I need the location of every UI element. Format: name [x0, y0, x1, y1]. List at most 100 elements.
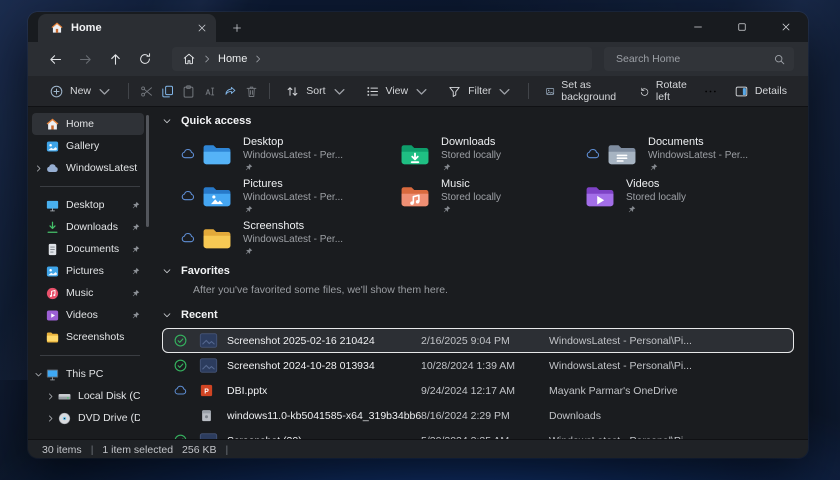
cloud-status-icon: [585, 146, 601, 162]
chevron-right-icon[interactable]: [34, 164, 43, 173]
maximize-button[interactable]: [720, 12, 764, 42]
item-name: Screenshots: [243, 220, 343, 234]
recent-row[interactable]: P DBI.pptx 9/24/2024 12:17 AM Mayank Par…: [162, 378, 794, 403]
recent-row[interactable]: windows11.0-kb5041585-x64_319b34bb6f8f9.…: [162, 403, 794, 428]
chevron-right-icon[interactable]: [46, 414, 55, 423]
item-subtitle: WindowsLatest - Per...: [648, 150, 748, 163]
recent-row[interactable]: Screenshot 2024-10-28 013934 10/28/2024 …: [162, 353, 794, 378]
sidebar-item-this-pc[interactable]: This PC: [32, 363, 144, 385]
file-location: WindowsLatest - Personal\Pi...: [549, 435, 793, 440]
sidebar-item-documents[interactable]: Documents: [32, 238, 144, 260]
up-button[interactable]: [102, 46, 128, 72]
chevron-down-icon[interactable]: [162, 266, 172, 276]
chevron-down-icon[interactable]: [162, 116, 172, 126]
sidebar-item-music[interactable]: Music: [32, 282, 144, 304]
new-tab-button[interactable]: [224, 15, 250, 41]
search-icon[interactable]: [773, 53, 786, 66]
pin-icon: [131, 289, 140, 298]
item-subtitle: Stored locally: [441, 150, 501, 163]
quick-access-item-documents[interactable]: Documents WindowsLatest - Per...: [575, 133, 794, 175]
sidebar-item-home[interactable]: Home: [32, 113, 144, 135]
details-button[interactable]: Details: [727, 79, 794, 103]
sidebar-item-gallery[interactable]: Gallery: [32, 135, 144, 157]
sidebar-item-label: Local Disk (C:): [78, 390, 140, 402]
recent-row[interactable]: Screenshot (30) 5/20/2024 3:35 AM Window…: [162, 428, 794, 439]
breadcrumb-home-label[interactable]: Home: [218, 53, 247, 65]
screenshots-folder-icon: [202, 226, 232, 251]
more-options-button[interactable]: [702, 79, 719, 103]
file-location: WindowsLatest - Personal\Pi...: [549, 335, 793, 347]
navigation-bar: Home: [28, 42, 808, 76]
sidebar-item-desktop[interactable]: Desktop: [32, 194, 144, 216]
rotate-left-button[interactable]: Rotate left: [632, 79, 698, 103]
file-date: 2/16/2025 9:04 PM: [421, 335, 549, 347]
forward-button[interactable]: [72, 46, 98, 72]
sidebar-item-dvd-drive-d[interactable]: DVD Drive (D:): [44, 407, 144, 429]
search-input[interactable]: [614, 52, 773, 66]
copy-button[interactable]: [159, 79, 176, 103]
file-name: Screenshot 2025-02-16 210424: [227, 335, 421, 347]
delete-button[interactable]: [243, 79, 260, 103]
sidebar-item-pictures[interactable]: Pictures: [32, 260, 144, 282]
quick-access-item-music[interactable]: Music Stored locally: [390, 175, 575, 217]
new-button[interactable]: New: [42, 79, 119, 103]
view-button[interactable]: View: [358, 79, 437, 103]
chevron-down-icon: [414, 84, 429, 99]
sidebar-item-label: WindowsLatest: [66, 162, 140, 174]
quick-access-header[interactable]: Quick access: [162, 109, 794, 133]
image-thumbnail-icon: [199, 333, 218, 348]
image-icon: [545, 84, 555, 99]
share-button[interactable]: [222, 79, 239, 103]
filter-button[interactable]: Filter: [440, 79, 519, 103]
recent-row-selected[interactable]: Screenshot 2025-02-16 210424 2/16/2025 9…: [162, 328, 794, 353]
sidebar-item-screenshots[interactable]: Screenshots: [32, 326, 144, 348]
sidebar-scrollbar[interactable]: [146, 115, 149, 227]
set-as-background-button[interactable]: Set as background: [538, 79, 628, 103]
minimize-button[interactable]: [676, 12, 720, 42]
item-subtitle: WindowsLatest - Per...: [243, 150, 343, 163]
paste-button[interactable]: [180, 79, 197, 103]
sidebar-item-local-disk-c[interactable]: Local Disk (C:): [44, 385, 144, 407]
minimize-icon: [692, 21, 704, 33]
this-pc-icon: [45, 367, 60, 382]
refresh-button[interactable]: [132, 46, 158, 72]
back-button[interactable]: [42, 46, 68, 72]
chevron-down-icon[interactable]: [162, 310, 172, 320]
dvd-drive-icon: [57, 411, 72, 426]
pin-icon: [131, 201, 140, 210]
quick-access-item-pictures[interactable]: Pictures WindowsLatest - Per...: [170, 175, 390, 217]
tab-home[interactable]: Home: [38, 14, 216, 42]
sidebar-item-label: Desktop: [66, 199, 131, 211]
quick-access-item-downloads[interactable]: Downloads Stored locally: [390, 133, 575, 175]
item-name: Music: [441, 178, 501, 192]
command-toolbar: New Sort View Filter Set as backgro: [28, 76, 808, 107]
rotate-left-label: Rotate left: [656, 79, 691, 103]
breadcrumb-home-icon[interactable]: [182, 52, 196, 66]
sidebar-item-downloads[interactable]: Downloads: [32, 216, 144, 238]
chevron-down-icon[interactable]: [34, 370, 43, 379]
quick-access-item-videos[interactable]: Videos Stored locally: [575, 175, 794, 217]
rename-icon: [202, 84, 217, 99]
recent-header[interactable]: Recent: [162, 303, 794, 327]
rename-button[interactable]: [201, 79, 218, 103]
synced-check-icon: [173, 358, 188, 373]
quick-access-grid: Desktop WindowsLatest - Per... Downloads…: [170, 133, 794, 259]
sidebar-item-videos[interactable]: Videos: [32, 304, 144, 326]
sort-button[interactable]: Sort: [278, 79, 353, 103]
cloud-status-icon: [180, 230, 196, 246]
sidebar-item-label: Music: [66, 287, 131, 299]
cut-button[interactable]: [138, 79, 155, 103]
quick-access-item-screenshots[interactable]: Screenshots WindowsLatest - Per...: [170, 217, 390, 259]
tab-close-icon[interactable]: [196, 22, 208, 34]
file-date: 10/28/2024 1:39 AM: [421, 360, 549, 372]
favorites-header[interactable]: Favorites: [162, 259, 794, 283]
gallery-icon: [45, 139, 60, 154]
sidebar-item-onedrive[interactable]: WindowsLatest: [32, 157, 144, 179]
close-button[interactable]: [764, 12, 808, 42]
chevron-right-icon[interactable]: [46, 392, 55, 401]
quick-access-item-desktop[interactable]: Desktop WindowsLatest - Per...: [170, 133, 390, 175]
item-subtitle: WindowsLatest - Per...: [243, 192, 343, 205]
ellipsis-icon: [703, 84, 718, 99]
breadcrumb[interactable]: Home: [172, 47, 592, 71]
search-box[interactable]: [604, 47, 794, 71]
